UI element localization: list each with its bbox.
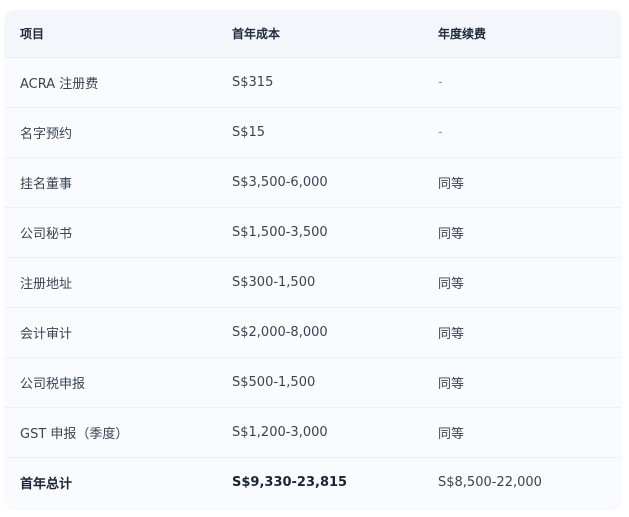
- cell-first-year: S$315: [217, 57, 423, 108]
- cell-renewal: 同等: [423, 157, 621, 208]
- cell-renewal: 同等: [423, 207, 621, 258]
- header-first-year-cost: 首年成本: [217, 10, 423, 58]
- table-row: 会计审计 S$2,000-8,000 同等: [5, 307, 621, 358]
- table-row: GST 申报（季度） S$1,200-3,000 同等: [5, 407, 621, 458]
- header-row: 项目 首年成本 年度续费: [5, 10, 621, 58]
- cell-item: 名字预约: [5, 107, 217, 158]
- total-row: 首年总计 S$9,330-23,815 S$8,500-22,000: [5, 457, 621, 507]
- table-row: 公司秘书 S$1,500-3,500 同等: [5, 207, 621, 258]
- total-renewal: S$8,500-22,000: [438, 474, 542, 490]
- cell-item: 公司税申报: [5, 357, 217, 408]
- table-body: ACRA 注册费 S$315 - 名字预约 S$15 - 挂名董事 S$3,50…: [5, 57, 621, 507]
- cell-first-year: S$300-1,500: [217, 257, 423, 308]
- table-row: 名字预约 S$15 -: [5, 107, 621, 158]
- cell-renewal: 同等: [423, 307, 621, 358]
- cell-item: 公司秘书: [5, 207, 217, 258]
- cell-first-year: S$1,200-3,000: [217, 407, 423, 458]
- cell-first-year: S$500-1,500: [217, 357, 423, 408]
- cell-item: ACRA 注册费: [5, 57, 217, 108]
- total-label: 首年总计: [20, 476, 73, 492]
- table-row: 注册地址 S$300-1,500 同等: [5, 257, 621, 308]
- cost-table: 项目 首年成本 年度续费 ACRA 注册费 S$315 - 名字预约 S$15 …: [5, 10, 621, 507]
- cell-renewal: 同等: [423, 257, 621, 308]
- table-row: 公司税申报 S$500-1,500 同等: [5, 357, 621, 408]
- cell-first-year: S$1,500-3,500: [217, 207, 423, 258]
- cost-table-card: 项目 首年成本 年度续费 ACRA 注册费 S$315 - 名字预约 S$15 …: [5, 10, 621, 508]
- table-row: 挂名董事 S$3,500-6,000 同等: [5, 157, 621, 208]
- table-row: ACRA 注册费 S$315 -: [5, 57, 621, 108]
- cell-item: 注册地址: [5, 257, 217, 308]
- cell-item: 挂名董事: [5, 157, 217, 208]
- cell-renewal: -: [423, 107, 621, 158]
- cell-first-year: S$3,500-6,000: [217, 157, 423, 208]
- cell-item: GST 申报（季度）: [5, 407, 217, 458]
- cell-first-year: S$2,000-8,000: [217, 307, 423, 358]
- cell-first-year: S$15: [217, 107, 423, 158]
- header-item: 项目: [5, 10, 217, 58]
- cell-renewal: 同等: [423, 407, 621, 458]
- cell-renewal: 同等: [423, 357, 621, 408]
- cell-renewal: -: [423, 57, 621, 108]
- total-first-year: S$9,330-23,815: [232, 474, 348, 490]
- table-header: 项目 首年成本 年度续费: [5, 10, 621, 58]
- header-annual-renewal: 年度续费: [423, 10, 621, 58]
- cell-item: 会计审计: [5, 307, 217, 358]
